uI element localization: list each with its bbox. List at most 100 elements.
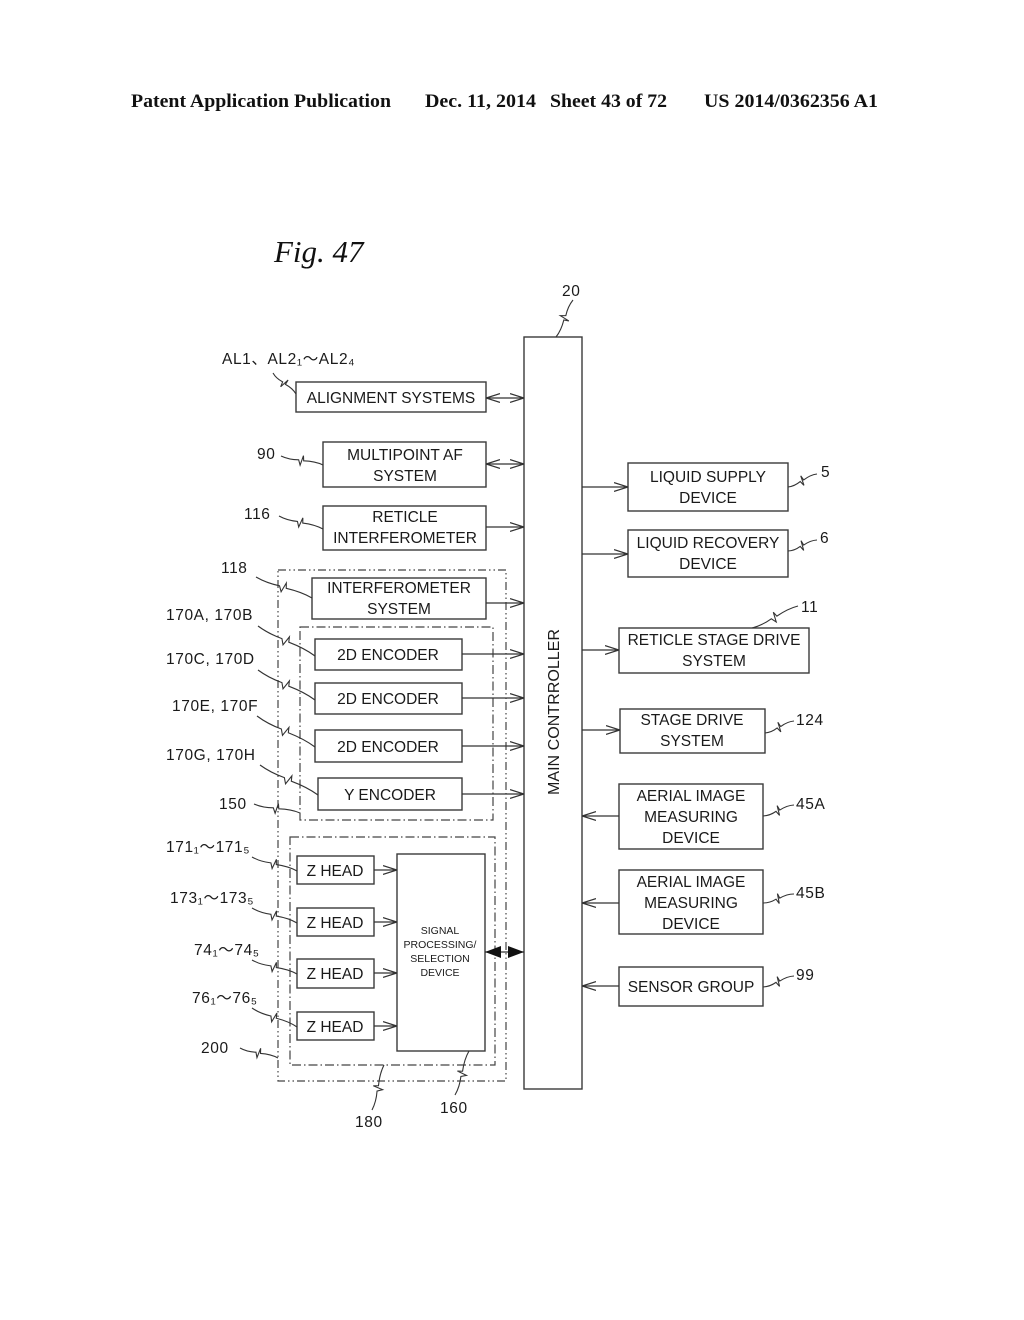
aerial-image-measuring-b-block: AERIAL IMAGE MEASURING DEVICE [618, 869, 764, 935]
leader-line [253, 803, 301, 815]
block-label: INTERFEROMETER [327, 580, 471, 597]
ref-label: AL1、AL2₁～AL2₄ [222, 351, 355, 368]
encoder-block: 2D ENCODER [314, 638, 463, 671]
ref-label: 173₁～173₅ [170, 890, 254, 907]
ref-label: 170C, 170D [166, 651, 255, 668]
ref-label: 20 [562, 283, 580, 300]
publication-type: Patent Application Publication [131, 91, 391, 112]
ref-label: 160 [440, 1100, 468, 1117]
alignment-systems-block: ALIGNMENT SYSTEMS [295, 381, 487, 413]
block-label: STAGE DRIVE [640, 712, 743, 729]
leader-line [280, 455, 324, 468]
z-head-block: Z HEAD [296, 855, 375, 885]
ref-label: 124 [796, 712, 824, 729]
ref-label: 11 [801, 599, 818, 616]
z-head-label: Z HEAD [307, 915, 364, 932]
z-head-block: Z HEAD [296, 907, 375, 937]
ref-label: 6 [820, 530, 829, 547]
sheet-number: Sheet 43 of 72 [550, 91, 667, 112]
block-label: DEVICE [662, 916, 720, 933]
ref-label: 171₁～171₅ [166, 839, 250, 856]
ref-label: 76₁～76₅ [192, 990, 258, 1007]
leader-line [762, 804, 795, 817]
leader-line [257, 625, 316, 657]
block-label: ALIGNMENT SYSTEMS [307, 390, 476, 407]
signal-processing-block: SIGNAL PROCESSING/ SELECTION DEVICE [396, 853, 486, 1052]
leader-line [764, 720, 795, 734]
main-controller-label: MAIN CONTRROLLER [546, 629, 563, 795]
reticle-interferometer-block: RETICLE INTERFEROMETER [322, 505, 487, 551]
leader-line [272, 372, 297, 395]
leader-line [454, 1050, 470, 1096]
block-label: MEASURING [644, 809, 738, 826]
multipoint-af-block: MULTIPOINT AF SYSTEM [322, 441, 487, 488]
block-label: SYSTEM [682, 653, 746, 670]
leader-line [255, 576, 313, 599]
ref-label: 170E, 170F [172, 698, 258, 715]
encoder-block: 2D ENCODER [314, 682, 463, 715]
page-header: Patent Application Publication Dec. 11, … [131, 91, 878, 112]
block-label: SENSOR GROUP [628, 979, 755, 996]
ref-label: 200 [201, 1040, 229, 1057]
leader-line [239, 1047, 279, 1060]
encoder-block: 2D ENCODER [314, 729, 463, 763]
block-label: SYSTEM [367, 601, 431, 618]
publication-number: US 2014/0362356 A1 [704, 91, 878, 112]
z-head-block: Z HEAD [296, 1011, 375, 1041]
block-label: DEVICE [420, 967, 459, 979]
patent-figure-page: Patent Application Publication Dec. 11, … [131, 91, 878, 1131]
ref-label: 45A [796, 796, 825, 813]
ref-label: 74₁～74₅ [194, 942, 260, 959]
encoder-label: 2D ENCODER [337, 691, 439, 708]
block-label: AERIAL IMAGE [637, 788, 746, 805]
block-label: AERIAL IMAGE [637, 874, 746, 891]
encoder-label: 2D ENCODER [337, 647, 439, 664]
leader-line [371, 1064, 385, 1111]
block-label: SELECTION [410, 953, 470, 965]
aerial-image-measuring-a-block: AERIAL IMAGE MEASURING DEVICE [618, 783, 764, 850]
leader-line [257, 669, 316, 701]
encoder-label: 2D ENCODER [337, 739, 439, 756]
block-label: MEASURING [644, 895, 738, 912]
ref-label: 90 [257, 446, 275, 463]
ref-label: 150 [219, 796, 247, 813]
block-label: RETICLE STAGE DRIVE [628, 632, 801, 649]
z-head-label: Z HEAD [307, 966, 364, 983]
ref-label: 116 [244, 506, 271, 523]
main-controller-block: MAIN CONTRROLLER [523, 336, 583, 1090]
block-label: LIQUID RECOVERY [637, 535, 780, 552]
block-label: MULTIPOINT AF [347, 447, 463, 464]
ref-label: 45B [796, 885, 825, 902]
block-label: DEVICE [662, 830, 720, 847]
block-label: SYSTEM [660, 733, 724, 750]
interferometer-system-block: INTERFEROMETER SYSTEM [311, 577, 487, 620]
liquid-recovery-block: LIQUID RECOVERY DEVICE [627, 529, 789, 578]
publication-date: Dec. 11, 2014 [425, 91, 537, 112]
reticle-stage-drive-block: RETICLE STAGE DRIVE SYSTEM [618, 627, 810, 674]
block-label: LIQUID SUPPLY [650, 469, 766, 486]
encoder-label: Y ENCODER [344, 787, 436, 804]
ref-label: 170A, 170B [166, 607, 253, 624]
z-head-label: Z HEAD [307, 1019, 364, 1036]
ref-label: 180 [355, 1114, 383, 1131]
ref-label: 170G, 170H [166, 747, 256, 764]
leader-line [259, 764, 319, 796]
ref-label: 5 [821, 464, 830, 481]
block-label: SIGNAL [421, 925, 460, 937]
ref-label: 118 [221, 560, 248, 577]
block-label: DEVICE [679, 556, 737, 573]
block-label: SYSTEM [373, 468, 437, 485]
leader-line [787, 539, 818, 552]
block-label: RETICLE [372, 509, 437, 526]
ref-label: 99 [796, 967, 814, 984]
leader-line [762, 893, 795, 904]
leader-line [762, 975, 795, 988]
leader-line [555, 299, 574, 338]
block-label: INTERFEROMETER [333, 530, 477, 547]
block-label: DEVICE [679, 490, 737, 507]
figure-title: Fig. 47 [273, 234, 365, 269]
block-label: PROCESSING/ [404, 939, 477, 951]
sensor-group-block: SENSOR GROUP [618, 966, 764, 1007]
stage-drive-block: STAGE DRIVE SYSTEM [619, 708, 766, 754]
leader-line [787, 473, 818, 488]
